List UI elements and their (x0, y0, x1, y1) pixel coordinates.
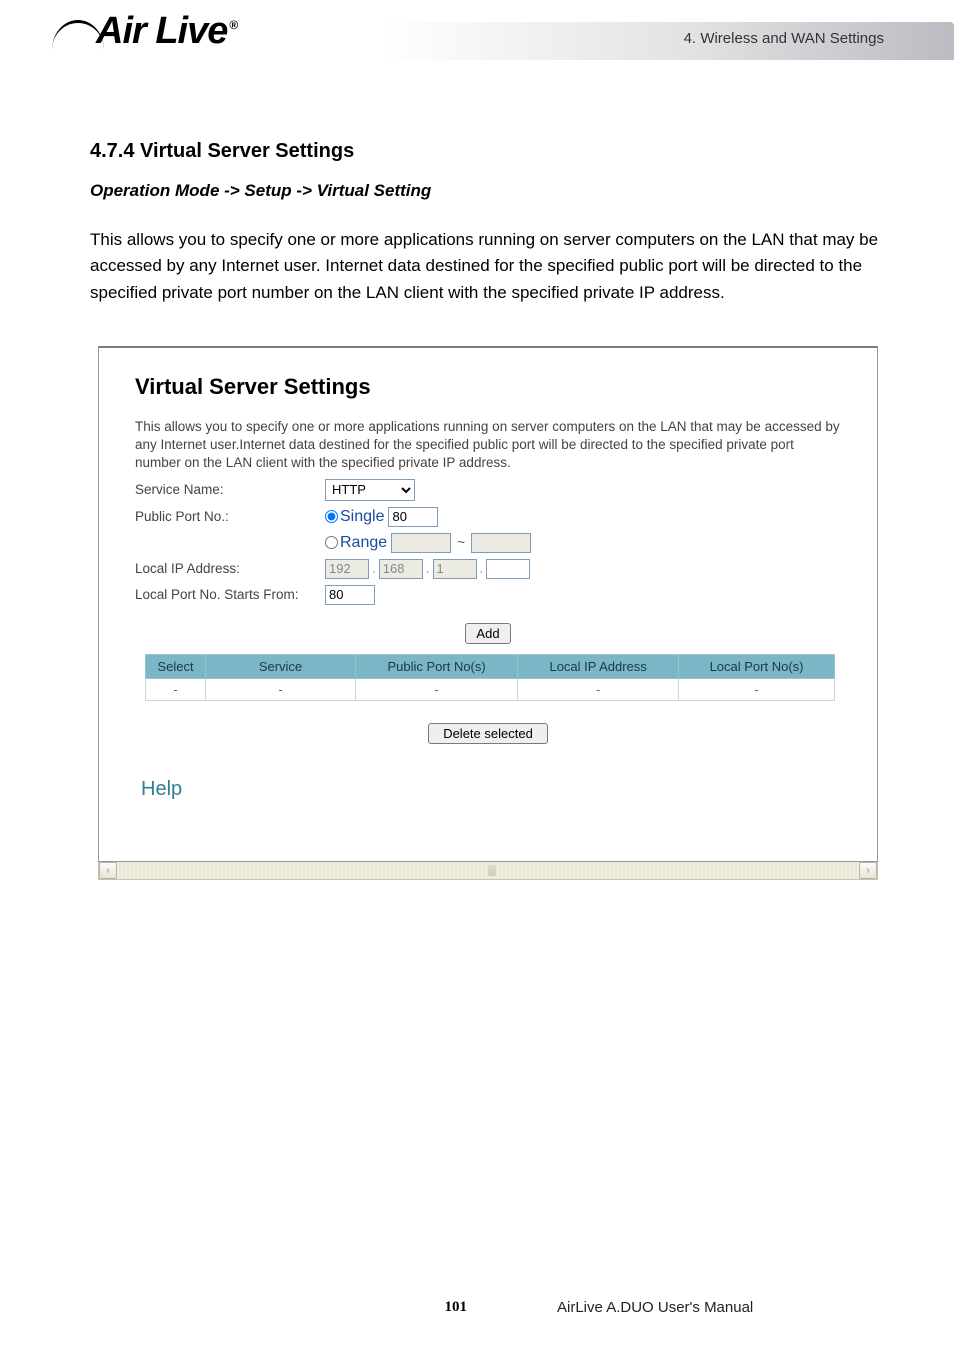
chevron-right-icon: › (866, 865, 869, 876)
port-mode-range-label: Range (340, 534, 387, 552)
registered-icon: ® (229, 18, 237, 32)
port-mode-single-radio[interactable] (325, 510, 338, 523)
th-public-port: Public Port No(s) (356, 654, 518, 678)
scroll-track[interactable] (117, 862, 859, 879)
label-public-port: Public Port No.: (135, 509, 325, 524)
td-select: - (146, 678, 206, 700)
breadcrumb: Operation Mode -> Setup -> Virtual Setti… (90, 181, 884, 201)
label-local-port-start: Local Port No. Starts From: (135, 587, 325, 602)
virtual-server-table: Select Service Public Port No(s) Local I… (145, 654, 835, 701)
row-local-ip: Local IP Address: . . . (135, 559, 841, 579)
section-heading: 4.7.4 Virtual Server Settings (90, 140, 884, 163)
help-link[interactable]: Help (141, 778, 182, 801)
service-name-select[interactable]: HTTP (325, 479, 415, 501)
settings-panel: Virtual Server Settings This allows you … (98, 346, 878, 862)
page-header: 4. Wireless and WAN Settings Air Live® (0, 0, 954, 110)
table-row: - - - - - (146, 678, 835, 700)
panel-description: This allows you to specify one or more a… (135, 418, 841, 473)
ip-octet-3 (433, 559, 477, 579)
panel-title: Virtual Server Settings (135, 374, 853, 400)
th-select: Select (146, 654, 206, 678)
page-content: 4.7.4 Virtual Server Settings Operation … (0, 110, 954, 880)
horizontal-scrollbar[interactable]: ‹ › (98, 862, 878, 880)
ip-octet-2 (379, 559, 423, 579)
manual-title: AirLive A.DUO User's Manual (477, 1299, 954, 1316)
single-port-input[interactable] (388, 507, 438, 527)
ip-octet-1 (325, 559, 369, 579)
scroll-left-button[interactable]: ‹ (99, 862, 117, 879)
range-separator: ~ (457, 535, 465, 550)
td-service: - (206, 678, 356, 700)
th-local-ip: Local IP Address (518, 654, 679, 678)
label-local-ip: Local IP Address: (135, 561, 325, 576)
logo-text: Air Live® (96, 10, 237, 53)
range-from-input[interactable] (391, 533, 451, 553)
page-footer: 101 AirLive A.DUO User's Manual (0, 1299, 954, 1316)
td-public-port: - (356, 678, 518, 700)
row-service-name: Service Name: HTTP (135, 479, 841, 501)
add-button[interactable]: Add (465, 623, 510, 644)
delete-selected-button[interactable]: Delete selected (428, 723, 548, 744)
port-mode-range-radio[interactable] (325, 536, 338, 549)
chevron-left-icon: ‹ (106, 865, 109, 876)
scroll-thumb[interactable] (488, 865, 496, 876)
label-service-name: Service Name: (135, 482, 325, 497)
row-public-port-range: Range ~ (135, 533, 841, 553)
range-to-input[interactable] (471, 533, 531, 553)
row-local-port-start: Local Port No. Starts From: (135, 585, 841, 605)
local-port-start-input[interactable] (325, 585, 375, 605)
ip-octet-4[interactable] (486, 559, 530, 579)
th-service: Service (206, 654, 356, 678)
td-local-port: - (679, 678, 835, 700)
page-number: 101 (0, 1299, 477, 1316)
body-paragraph: This allows you to specify one or more a… (90, 227, 884, 306)
logo: Air Live® (52, 10, 237, 53)
table-header-row: Select Service Public Port No(s) Local I… (146, 654, 835, 678)
port-mode-single-label: Single (340, 508, 384, 526)
chapter-title: 4. Wireless and WAN Settings (684, 30, 884, 47)
row-public-port-single: Public Port No.: Single (135, 507, 841, 527)
th-local-port: Local Port No(s) (679, 654, 835, 678)
scroll-right-button[interactable]: › (859, 862, 877, 879)
td-local-ip: - (518, 678, 679, 700)
